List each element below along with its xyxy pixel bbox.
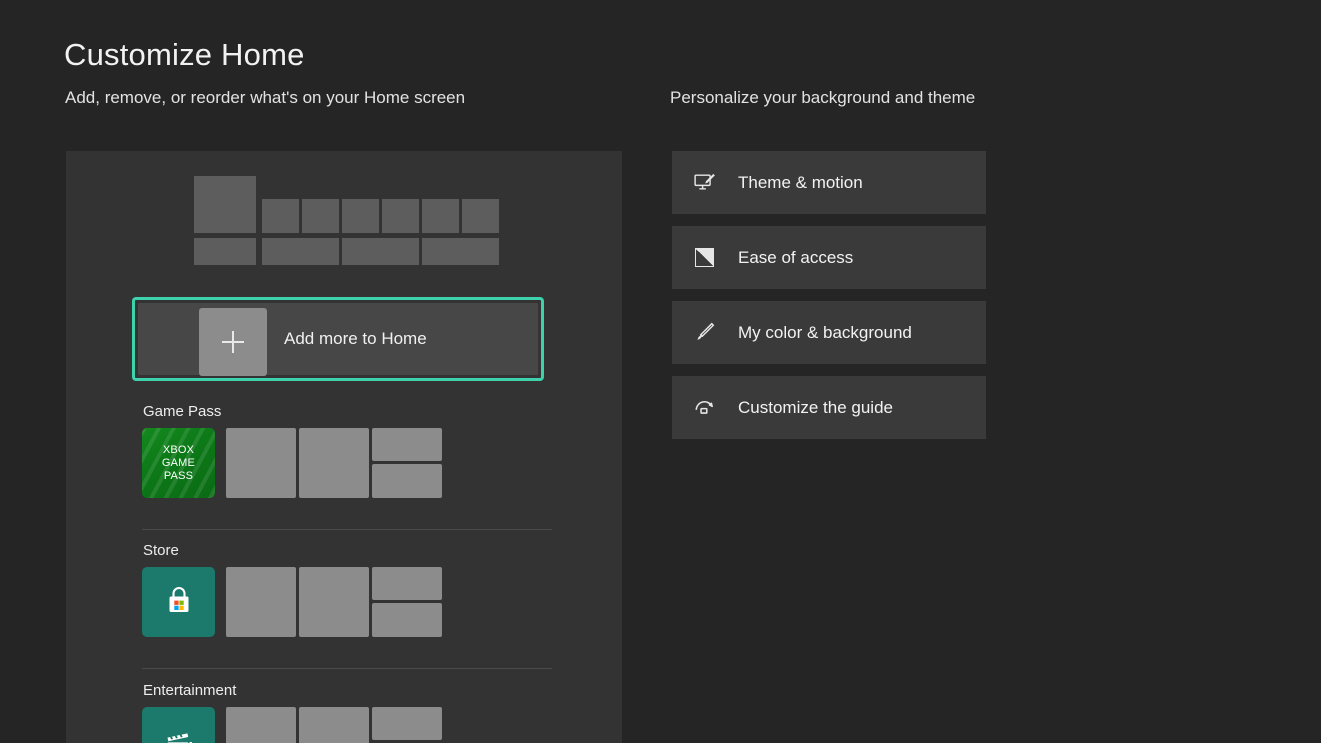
preview-tile [342, 238, 419, 265]
section-store: Store [142, 542, 552, 637]
left-column-subtitle: Add, remove, or reorder what's on your H… [65, 88, 466, 107]
plus-icon [222, 331, 244, 353]
preview-tile [422, 238, 499, 265]
microsoft-store-icon [169, 587, 188, 612]
section-game-pass: Game Pass XBOX GAME PASS [142, 403, 552, 498]
add-more-label: Add more to Home [284, 329, 427, 348]
menu-item-customize-the-guide[interactable]: Customize the guide [672, 376, 986, 439]
preview-tile [262, 238, 339, 265]
menu-item-ease-of-access[interactable]: Ease of access [672, 226, 986, 289]
menu-item-my-color-and-background[interactable]: My color & background [672, 301, 986, 364]
home-layout-preview [194, 176, 499, 268]
placeholder-tile[interactable] [226, 428, 296, 498]
placeholder-tile[interactable] [299, 428, 369, 498]
placeholder-tile[interactable] [226, 567, 296, 637]
tile-row [142, 567, 552, 637]
section-divider [142, 529, 552, 530]
game-pass-line: XBOX [162, 444, 195, 456]
placeholder-tile[interactable] [372, 567, 442, 600]
monitor-pen-icon [692, 171, 716, 195]
preview-tile [382, 199, 419, 233]
contrast-square-icon [692, 246, 716, 270]
game-pass-art: XBOX GAME PASS [142, 428, 215, 498]
preview-tile [342, 199, 379, 233]
right-column-subtitle: Personalize your background and theme [670, 88, 976, 107]
menu-item-label: Theme & motion [738, 172, 863, 192]
section-entertainment: Entertainment [142, 682, 552, 743]
preview-tile [422, 199, 459, 233]
section-title: Store [143, 542, 179, 559]
placeholder-tile[interactable] [226, 707, 296, 743]
entertainment-tile-background [142, 707, 215, 743]
placeholder-tile[interactable] [372, 603, 442, 637]
placeholder-tile[interactable] [299, 707, 369, 743]
add-more-row-inner: Add more to Home [138, 303, 538, 376]
tile-row: XBOX GAME PASS [142, 428, 552, 498]
menu-item-theme-and-motion[interactable]: Theme & motion [672, 151, 986, 214]
preview-tile [262, 199, 299, 233]
menu-item-label: My color & background [738, 322, 912, 342]
tile-row [142, 707, 552, 743]
paintbrush-icon [692, 321, 716, 345]
section-title: Entertainment [143, 682, 237, 699]
placeholder-tile[interactable] [372, 464, 442, 498]
game-pass-app-tile[interactable]: XBOX GAME PASS [142, 428, 215, 498]
microsoft-store-app-tile[interactable] [142, 567, 215, 637]
section-divider [142, 668, 552, 669]
placeholder-tile[interactable] [372, 707, 442, 740]
preview-tile [302, 199, 339, 233]
preview-tile [462, 199, 499, 233]
guide-arc-icon [692, 396, 716, 420]
preview-tile [194, 238, 256, 265]
entertainment-app-tile[interactable] [142, 707, 215, 743]
add-more-to-home-button[interactable]: Add more to Home [132, 297, 544, 381]
clapperboard-icon [167, 733, 192, 743]
menu-item-label: Customize the guide [738, 397, 893, 417]
add-tile [199, 308, 267, 376]
home-items-panel: Add more to Home Game Pass XBOX GAME PAS… [66, 151, 622, 743]
section-title: Game Pass [143, 403, 222, 420]
placeholder-tile[interactable] [299, 567, 369, 637]
placeholder-tile[interactable] [372, 428, 442, 461]
game-pass-line: PASS [163, 470, 194, 482]
game-pass-line: GAME [161, 457, 196, 469]
menu-item-label: Ease of access [738, 247, 854, 267]
preview-tile [194, 176, 256, 233]
page-title: Customize Home [64, 37, 305, 72]
customize-home-screen: Customize Home Add, remove, or reorder w… [0, 0, 1321, 743]
store-tile-background [142, 567, 215, 637]
